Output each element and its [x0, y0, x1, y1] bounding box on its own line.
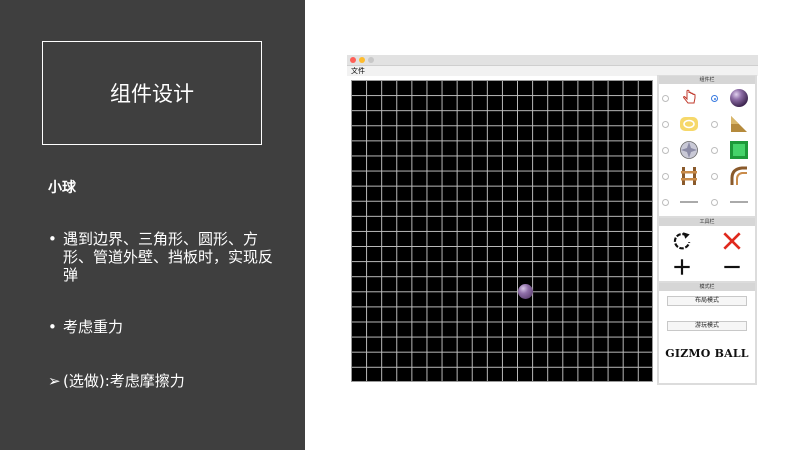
radio-right-flipper[interactable]	[711, 199, 718, 206]
bullet-item-1: • 遇到边界、三角形、圆形、方形、管道外壁、挡板时，实现反弹	[48, 230, 278, 284]
component-row	[659, 112, 755, 136]
curved-track-icon[interactable]	[729, 166, 749, 186]
triangle-icon[interactable]	[729, 114, 749, 134]
bullet-text: (选做):考虑摩擦力	[63, 372, 185, 390]
play-mode-button[interactable]: 游玩模式	[667, 321, 747, 331]
slide-text-panel: 组件设计 小球 • 遇到边界、三角形、圆形、方形、管道外壁、挡板时，实现反弹 •…	[0, 0, 305, 450]
radio-curved-track[interactable]	[711, 173, 718, 180]
bullet-mark: •	[48, 318, 57, 336]
radio-triangle[interactable]	[711, 121, 718, 128]
side-panel: 组件栏 工具栏 模式栏 布局模式 游玩模式 GIZMO BALL	[657, 75, 757, 385]
hand-cursor-icon[interactable]	[679, 88, 699, 108]
component-row	[659, 164, 755, 188]
bullet-text: 考虑重力	[63, 318, 124, 336]
square-icon[interactable]	[729, 140, 749, 160]
minimize-window-button[interactable]	[359, 57, 365, 63]
radio-ball[interactable]	[711, 95, 718, 102]
radio-absorber[interactable]	[662, 147, 669, 154]
right-flipper-icon[interactable]	[729, 192, 749, 212]
close-window-button[interactable]	[350, 57, 356, 63]
slide-title: 组件设计	[42, 41, 262, 145]
component-panel: 组件栏	[659, 76, 755, 216]
radio-left-flipper[interactable]	[662, 199, 669, 206]
radio-square[interactable]	[711, 147, 718, 154]
rotate-icon[interactable]	[671, 230, 693, 252]
tool-panel-title: 工具栏	[659, 218, 755, 226]
arrow-bullet-mark: ➢	[48, 372, 61, 390]
radio-circle[interactable]	[662, 121, 669, 128]
maximize-window-button[interactable]	[368, 57, 374, 63]
delete-icon[interactable]	[721, 230, 743, 252]
gizmo-ball-logo: GIZMO BALL	[665, 347, 749, 360]
component-row	[659, 138, 755, 162]
component-panel-title: 组件栏	[659, 76, 755, 84]
radio-hand[interactable]	[662, 95, 669, 102]
mode-panel: 模式栏 布局模式 游玩模式 GIZMO BALL	[659, 283, 755, 383]
bullet-item-2: • 考虑重力	[48, 318, 123, 336]
zoom-out-icon[interactable]	[721, 256, 743, 278]
bullet-text: 遇到边界、三角形、圆形、方形、管道外壁、挡板时，实现反弹	[63, 230, 274, 284]
bullet-item-3: ➢ (选做):考虑摩擦力	[48, 372, 185, 390]
mode-panel-title: 模式栏	[659, 283, 755, 291]
track-icon[interactable]	[679, 166, 699, 186]
ball-icon[interactable]	[729, 88, 749, 108]
window-titlebar	[347, 55, 758, 66]
gizmo-ball-window: 文件 组件栏 工具栏 模式栏 布局模式 游玩模式 GIZMO BALL	[347, 55, 758, 386]
component-row	[659, 86, 755, 110]
zoom-in-icon[interactable]	[671, 256, 693, 278]
tool-panel: 工具栏	[659, 218, 755, 281]
circle-icon[interactable]	[679, 114, 699, 134]
component-row	[659, 190, 755, 214]
layout-mode-button[interactable]: 布局模式	[667, 296, 747, 306]
ball-icon[interactable]	[518, 284, 533, 299]
left-flipper-icon[interactable]	[679, 192, 699, 212]
menu-file[interactable]: 文件	[351, 66, 365, 76]
slide-subtitle: 小球	[48, 180, 76, 196]
absorber-icon[interactable]	[679, 140, 699, 160]
game-board[interactable]	[351, 80, 653, 382]
radio-track[interactable]	[662, 173, 669, 180]
bullet-mark: •	[48, 230, 57, 248]
